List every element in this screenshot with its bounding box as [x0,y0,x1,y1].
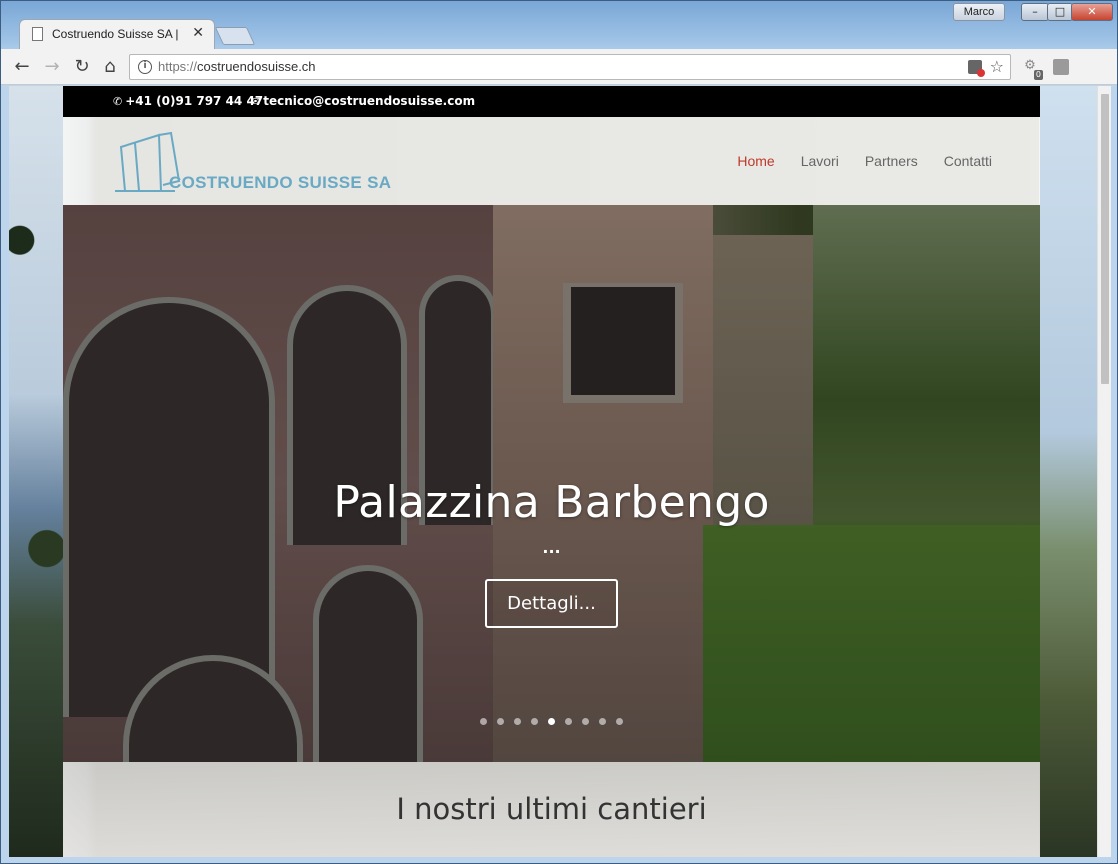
site-header: COSTRUENDO SUISSE SA Home Lavori Partner… [63,117,1040,205]
nav-item-contatti[interactable]: Contatti [944,153,992,169]
nav-item-home[interactable]: Home [737,153,774,169]
forward-arrow-icon[interactable]: → [41,56,63,78]
title-bar: Costruendo Suisse SA | ✕ Marco – □ ✕ [1,1,1117,49]
hero-subtitle: ... [542,538,561,557]
email-contact[interactable]: ✉ tecnico@costruendosuisse.com [251,94,475,108]
page-icon [32,27,43,41]
envelope-icon: ✉ [251,95,261,108]
main-navigation: Home Lavori Partners Contatti [737,153,992,169]
site-info-icon[interactable]: i [138,60,152,74]
slider-dot[interactable] [548,718,555,725]
phone-number: +41 (0)91 797 44 47 [125,94,264,108]
email-address: tecnico@costruendosuisse.com [263,94,476,108]
close-window-button[interactable]: ✕ [1071,3,1113,21]
slider-dot[interactable] [497,718,504,725]
contact-top-bar: ✆ +41 (0)91 797 44 47 ✉ tecnico@costruendo… [63,86,1040,117]
pdf-extension-icon[interactable] [1053,59,1069,75]
hero-slider: Palazzina Barbengo ... Dettagli... [63,205,1040,762]
slider-dot[interactable] [514,718,521,725]
blocker-extension-icon[interactable] [968,60,985,77]
details-button[interactable]: Dettagli... [485,579,618,628]
page-viewport: ✆ +41 (0)91 797 44 47 ✉ tecnico@costruendo… [9,86,1111,857]
phone-icon: ✆ [113,95,123,108]
back-arrow-icon[interactable]: ← [11,56,33,78]
url-text[interactable]: https://costruendosuisse.ch [158,59,316,74]
slider-dot[interactable] [599,718,606,725]
user-profile-button[interactable]: Marco [953,3,1005,21]
nav-item-lavori[interactable]: Lavori [801,153,839,169]
browser-toolbar: ← → ↻ ⌂ i https://costruendosuisse.ch ☆ … [1,49,1117,104]
browser-tab[interactable]: Costruendo Suisse SA | ✕ [19,19,215,49]
logo-text: COSTRUENDO SUISSE SA [169,173,392,192]
page-scrollbar[interactable] [1097,86,1111,857]
home-icon[interactable]: ⌂ [99,56,121,78]
background-image-right [1039,86,1097,857]
new-tab-button[interactable] [214,27,256,45]
background-image-left [9,86,63,857]
slider-dot[interactable] [565,718,572,725]
extension-icon[interactable]: ⚙ 0 [1021,58,1043,80]
bookmark-star-icon[interactable]: ☆ [990,57,1004,76]
section-title: I nostri ultimi cantieri [396,792,707,826]
scrollbar-thumb[interactable] [1101,94,1109,384]
phone-contact[interactable]: ✆ +41 (0)91 797 44 47 [113,94,263,108]
minimize-button[interactable]: – [1021,3,1049,21]
tab-title: Costruendo Suisse SA | [52,27,179,41]
nav-item-partners[interactable]: Partners [865,153,918,169]
latest-sites-section: I nostri ultimi cantieri [63,762,1040,857]
browser-window: Costruendo Suisse SA | ✕ Marco – □ ✕ ← →… [0,0,1118,864]
url-host: costruendosuisse.ch [197,59,316,74]
slider-dot[interactable] [582,718,589,725]
slider-dot[interactable] [531,718,538,725]
extension-badge: 0 [1033,70,1043,80]
slider-pagination [63,718,1040,725]
url-scheme: https:// [158,59,198,74]
maximize-button[interactable]: □ [1047,3,1073,21]
reload-icon[interactable]: ↻ [71,56,93,78]
slider-dot[interactable] [616,718,623,725]
hero-title: Palazzina Barbengo [333,477,770,528]
website-page: ✆ +41 (0)91 797 44 47 ✉ tecnico@costruendo… [63,86,1040,857]
site-logo[interactable]: COSTRUENDO SUISSE SA [113,129,413,197]
slider-dot[interactable] [480,718,487,725]
close-tab-icon[interactable]: ✕ [192,25,204,41]
address-bar[interactable]: i https://costruendosuisse.ch ☆ [129,54,1011,80]
